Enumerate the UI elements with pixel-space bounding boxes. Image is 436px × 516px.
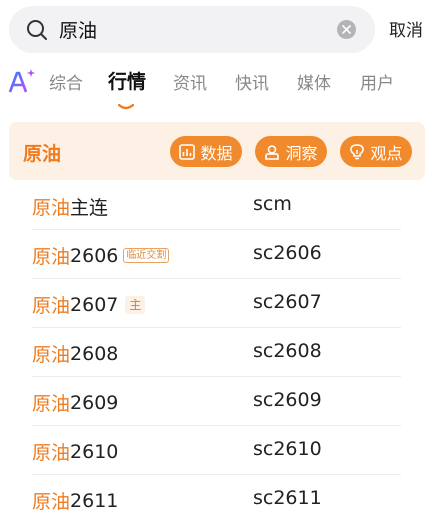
contract-name: 原油 2606 临近交割 [32, 242, 170, 269]
opinion-button[interactable]: 观点 [340, 136, 412, 167]
category-tabs: 综合 行情 资讯 快讯 媒体 用户 [0, 62, 436, 110]
opinion-button-label: 观点 [370, 143, 403, 163]
contract-row[interactable]: 原油 2610 sc2610 [32, 426, 401, 475]
contract-row[interactable]: 原油 2611 sc2611 [32, 475, 401, 516]
contract-row[interactable]: 原油 2608 sc2608 [32, 328, 401, 377]
contract-row[interactable]: 原油 主连 scm [32, 181, 401, 230]
contract-code: sc2607 [253, 291, 322, 313]
search-results-page: 原油 取消 综合 行情 资讯 快讯 媒体 用户 原油 数据 洞察 观点 原油 主… [0, 0, 436, 516]
tab-comprehensive[interactable]: 综合 [49, 69, 83, 94]
bulb-icon [350, 143, 365, 159]
insight-button-label: 洞察 [285, 143, 318, 163]
insight-button[interactable]: 洞察 [255, 136, 327, 167]
contract-row[interactable]: 原油 2607 主 sc2607 [32, 279, 401, 328]
tab-quotes[interactable]: 行情 [108, 67, 146, 94]
contract-row[interactable]: 原油 2606 临近交割 sc2606 [32, 230, 401, 279]
tab-news[interactable]: 资讯 [173, 69, 207, 94]
cancel-button[interactable]: 取消 [389, 16, 423, 41]
contract-name: 原油 2610 [32, 440, 119, 465]
instrument-title: 原油 [23, 143, 62, 165]
contract-code: sc2611 [253, 487, 322, 509]
contract-name: 原油 2608 [32, 342, 119, 367]
active-tab-indicator [117, 95, 135, 114]
contract-name: 原油 2611 [32, 489, 119, 514]
contract-name: 原油 2609 [32, 391, 119, 416]
tab-flash[interactable]: 快讯 [235, 69, 269, 94]
tab-users[interactable]: 用户 [360, 69, 394, 94]
contract-name: 原油 2607 主 [32, 291, 146, 318]
chart-icon [179, 143, 196, 160]
tab-media[interactable]: 媒体 [297, 69, 331, 94]
contract-code: sc2608 [253, 340, 322, 362]
search-icon [26, 19, 48, 41]
data-button-label: 数据 [200, 143, 233, 163]
person-icon [265, 144, 280, 160]
search-bar[interactable]: 原油 [9, 6, 375, 53]
clear-icon[interactable] [337, 20, 356, 39]
near-delivery-badge: 临近交割 [123, 248, 170, 263]
contract-code: sc2610 [253, 438, 322, 460]
search-input[interactable]: 原油 [59, 16, 337, 43]
contract-code: scm [253, 193, 292, 215]
contract-code: sc2606 [253, 242, 322, 264]
data-button[interactable]: 数据 [170, 136, 242, 167]
ai-assistant-icon[interactable] [7, 66, 37, 96]
contract-code: sc2609 [253, 389, 322, 411]
main-contract-badge: 主 [125, 295, 146, 314]
contract-name: 原油 主连 [32, 197, 109, 219]
instrument-header: 原油 数据 洞察 观点 [9, 122, 425, 180]
contract-row[interactable]: 原油 2609 sc2609 [32, 377, 401, 426]
